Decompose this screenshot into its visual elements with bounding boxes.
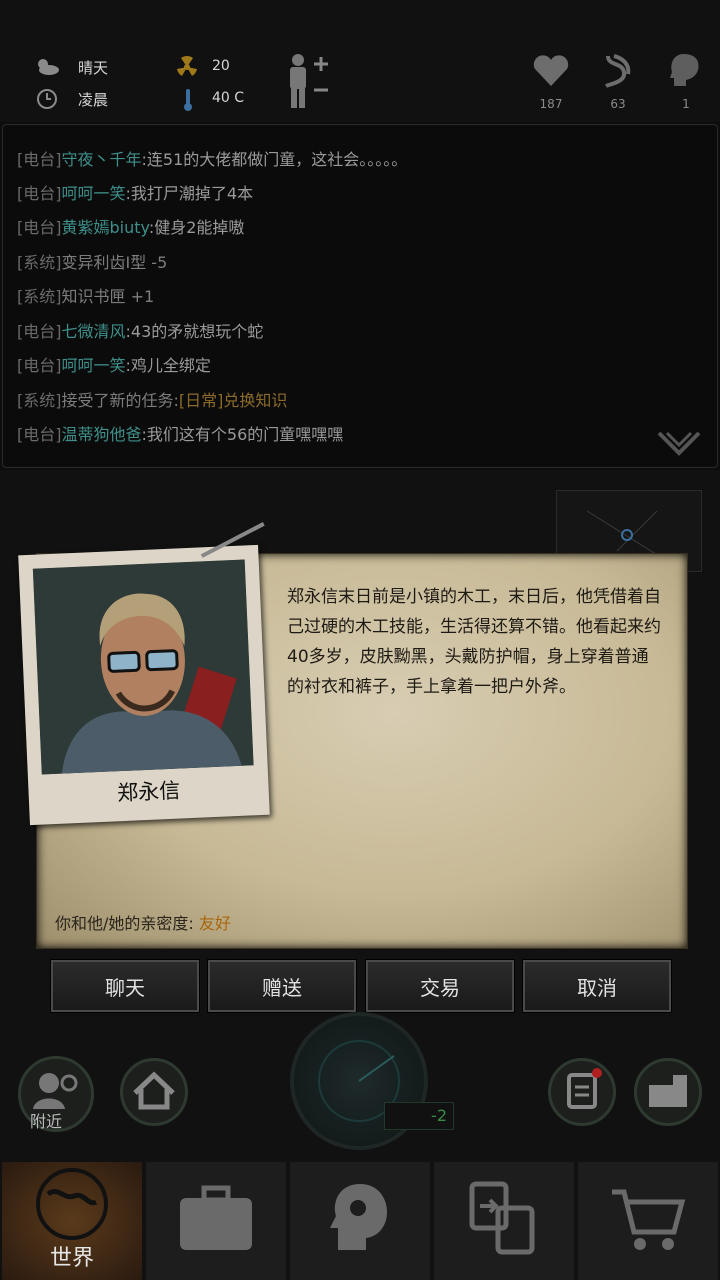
thermometer-icon	[182, 88, 194, 112]
gift-button[interactable]: 赠送	[208, 960, 356, 1012]
head-gears-icon	[330, 1184, 388, 1250]
tab-skills[interactable]	[290, 1162, 430, 1280]
radiation-icon	[176, 56, 198, 78]
weather-icon	[34, 56, 60, 76]
suitcase-icon	[180, 1185, 252, 1250]
clock-icon	[36, 88, 58, 110]
base-button[interactable]	[634, 1058, 702, 1126]
clipboard-icon	[567, 1068, 602, 1109]
health-value: 187	[539, 97, 563, 111]
tab-inventory[interactable]	[146, 1162, 286, 1280]
tab-exchange[interactable]	[434, 1162, 574, 1280]
mind-value: 1	[682, 97, 690, 111]
trade-button[interactable]: 交易	[366, 960, 514, 1012]
heart-icon	[532, 54, 570, 88]
affinity-row: 你和他/她的亲密度: 友好	[55, 910, 231, 934]
task-button[interactable]	[548, 1058, 616, 1126]
hunger-value: 63	[610, 97, 626, 111]
head-mind-icon	[668, 52, 702, 90]
tab-world[interactable]: 世界	[2, 1162, 142, 1280]
chat-line: [电台]黄紫嫣biuty:健身2能掉嗷	[17, 218, 245, 237]
chat-line: [电台]七微清风:43的矛就想玩个蛇	[17, 322, 264, 341]
chat-line: [电台]呵呵一笑:鸡儿全绑定	[17, 356, 211, 375]
affinity-label: 你和他/她的亲密度:	[55, 914, 194, 933]
npc-description: 郑永信末日前是小镇的木工，末日后，他凭借着自己过硬的木工技能，生活得还算不错。他…	[287, 587, 661, 697]
globe-icon	[36, 1168, 108, 1240]
home-icon	[133, 1071, 175, 1110]
radar-level: -2	[384, 1102, 454, 1130]
chat-line: [电台]温蒂狗他爸:我们这有个56的门童嘿嘿嘿	[17, 425, 344, 444]
tab-shop[interactable]	[578, 1162, 718, 1280]
npc-portrait-photo: 郑永信	[18, 522, 270, 826]
npc-portrait	[32, 559, 254, 775]
npc-name: 郑永信	[116, 778, 181, 806]
chat-line: [系统]知识书匣 +1	[17, 287, 155, 306]
nearby-label: 附近	[30, 1112, 63, 1131]
cancel-button[interactable]: 取消	[523, 960, 671, 1012]
radiation-value: 20	[212, 58, 230, 74]
status-bar: 晴天 凌晨 20 40 C 187 63 1	[0, 0, 720, 122]
home-button[interactable]	[120, 1058, 188, 1126]
time-of-day-text: 凌晨	[78, 91, 109, 109]
temperature-value: 40 C	[212, 90, 245, 106]
swap-icon	[469, 1181, 535, 1255]
chat-log[interactable]: [电台]守夜丶千年:连51的大佬都做门童，这社会。。。。。 [电台]呵呵一笑:我…	[2, 124, 718, 468]
stomach-icon	[600, 52, 634, 90]
chat-line: [系统]变异利齿Ⅰ型 -5	[17, 253, 168, 272]
chat-line: [系统]接受了新的任务:[日常]兑换知识	[17, 391, 288, 410]
tab-world-label: 世界	[49, 1246, 94, 1271]
weather-text: 晴天	[78, 59, 109, 77]
chat-line: [电台]守夜丶千年:连51的大佬都做门童，这社会。。。。。	[17, 150, 408, 169]
building-icon	[649, 1075, 687, 1107]
chevron-down-icon[interactable]	[657, 431, 701, 457]
affinity-value: 友好	[198, 914, 231, 933]
cart-icon	[612, 1189, 686, 1250]
bottom-tabbar: 世界	[0, 1160, 720, 1280]
chat-line: [电台]呵呵一笑:我打尸潮掉了4本	[17, 184, 254, 203]
body-status-icon[interactable]	[284, 52, 330, 110]
chat-button[interactable]: 聊天	[51, 960, 199, 1012]
